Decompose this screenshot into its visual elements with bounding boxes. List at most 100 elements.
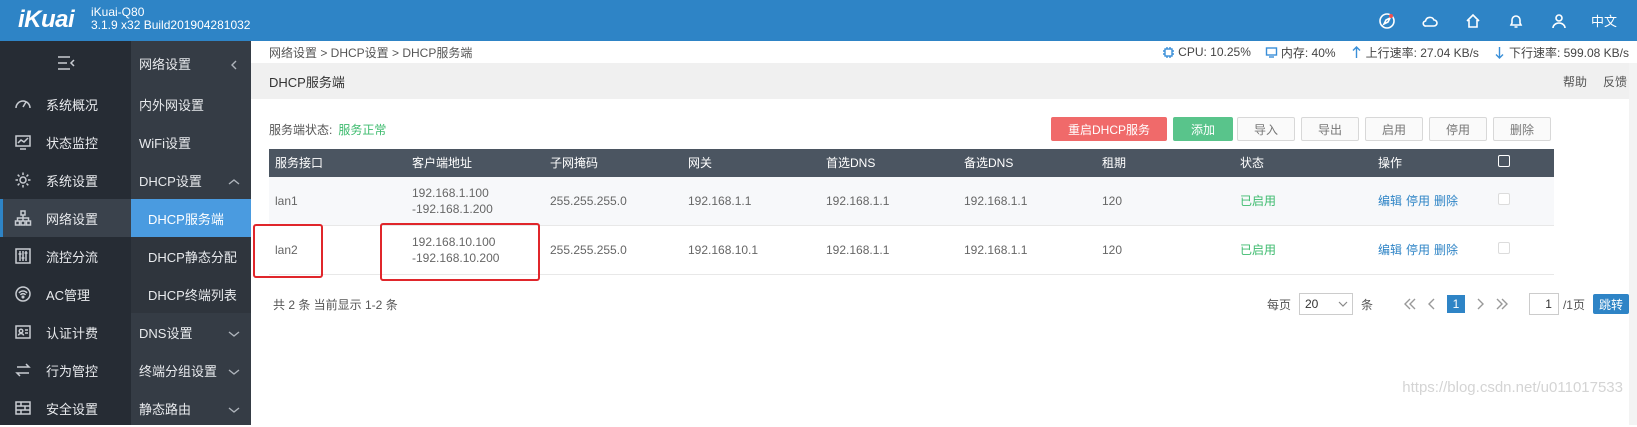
col-lease[interactable]: 租期 (1096, 155, 1234, 171)
nav-label: 系统设置 (46, 173, 99, 189)
delete-button[interactable]: 删除 (1493, 117, 1551, 141)
nav-network-settings[interactable]: 网络设置 (0, 199, 131, 237)
chevron-down-icon (227, 365, 241, 375)
help-link[interactable]: 帮助 (1563, 73, 1587, 90)
bell-icon[interactable] (1495, 0, 1538, 41)
nav-status-monitor[interactable]: 状态监控 (0, 123, 131, 161)
cpu-icon (1163, 46, 1175, 58)
delete-link[interactable]: 删除 (1434, 243, 1458, 257)
subnav-dhcp-clients[interactable]: DHCP终端列表 (131, 275, 251, 313)
server-status: 服务端状态: 服务正常 (269, 121, 386, 138)
cpu-value: CPU: 10.25% (1178, 45, 1251, 59)
nav-label: 安全设置 (46, 401, 99, 417)
memory-stat: 内存: 40% (1265, 44, 1336, 61)
nav-ac-management[interactable]: AC管理 (0, 275, 131, 313)
arrow-up-icon (1352, 45, 1361, 58)
toolbar: 重启DHCP服务 添加 导入 导出 启用 停用 删除 (1051, 117, 1557, 141)
pagination: 每页 20 条 1 1 /1页 跳转 (1267, 293, 1629, 315)
nav-label: 系统概况 (46, 97, 99, 113)
chevron-down-icon (227, 327, 241, 337)
subnav-dns[interactable]: DNS设置 (131, 313, 251, 351)
nav-flow-control[interactable]: 流控分流 (0, 237, 131, 275)
scrollbar[interactable] (1629, 63, 1637, 425)
add-button[interactable]: 添加 (1173, 117, 1233, 141)
col-status[interactable]: 状态 (1234, 155, 1372, 171)
subnav-dhcp-static[interactable]: DHCP静态分配 (131, 237, 251, 275)
cell-actions: 编辑 停用 删除 (1372, 242, 1492, 258)
cell-dns1: 192.168.1.1 (826, 194, 890, 208)
system-stats: CPU: 10.25% 内存: 40% 上行速率: 27.04 KB/s 下行速… (1148, 41, 1629, 63)
nav-system-settings[interactable]: 系统设置 (0, 161, 131, 199)
cell-lease: 120 (1102, 243, 1123, 257)
main-content: 网络设置 > DHCP设置 > DHCP服务端 CPU: 10.25% 内存: … (251, 41, 1637, 425)
primary-sidebar: 系统概况 状态监控 系统设置 网络设置 流控分流 AC管理 认证计费 行为管控 … (0, 41, 131, 425)
jump-button[interactable]: 跳转 (1592, 294, 1629, 314)
language-switch[interactable]: 中文 (1581, 11, 1637, 30)
secondary-sidebar: 网络设置 内外网设置 WiFi设置 DHCP设置 DHCP服务端 DHCP静态分… (131, 41, 251, 425)
cell-gateway: 192.168.10.1 (688, 243, 759, 257)
select-all-checkbox[interactable] (1492, 155, 1534, 171)
server-status-value: 服务正常 (338, 123, 387, 137)
disable-link[interactable]: 停用 (1406, 243, 1430, 257)
record-summary: 共 2 条 当前显示 1-2 条 (273, 298, 398, 312)
cell-dns2: 192.168.1.1 (964, 243, 1028, 257)
restart-dhcp-button[interactable]: 重启DHCP服务 (1051, 117, 1167, 141)
nav-label: 状态监控 (46, 135, 99, 151)
last-page-icon[interactable] (1495, 297, 1509, 311)
collapse-submenu-icon[interactable] (227, 58, 241, 70)
prev-page-icon[interactable] (1425, 297, 1439, 311)
nav-system-overview[interactable]: 系统概况 (0, 85, 131, 123)
breadcrumb: 网络设置 > DHCP设置 > DHCP服务端 (269, 45, 473, 60)
nav-behavior-control[interactable]: 行为管控 (0, 351, 131, 389)
nav-auth-billing[interactable]: 认证计费 (0, 313, 131, 351)
subnav-lan-wan[interactable]: 内外网设置 (131, 85, 251, 123)
subnav-dhcp[interactable]: DHCP设置 (131, 161, 251, 199)
page-number-input[interactable]: 1 (1528, 293, 1559, 315)
next-page-icon[interactable] (1473, 297, 1487, 311)
network-icon (14, 210, 32, 226)
col-interface[interactable]: 服务接口 (269, 155, 406, 171)
home-icon[interactable] (1452, 0, 1495, 41)
wifi-icon (15, 286, 31, 302)
status-badge: 已启用 (1240, 194, 1277, 208)
feedback-link[interactable]: 反馈 (1603, 73, 1627, 90)
subnav-wifi[interactable]: WiFi设置 (131, 123, 251, 161)
top-actions: 中文 (1366, 0, 1637, 41)
edit-link[interactable]: 编辑 (1378, 243, 1402, 257)
nav-label: 网络设置 (46, 211, 99, 227)
col-gateway[interactable]: 网关 (682, 155, 820, 171)
nav-security-settings[interactable]: 安全设置 (0, 389, 131, 427)
current-page[interactable]: 1 (1446, 295, 1465, 313)
edit-link[interactable]: 编辑 (1378, 194, 1402, 208)
export-button[interactable]: 导出 (1301, 117, 1359, 141)
page-size-select[interactable]: 20 (1298, 293, 1353, 315)
import-button[interactable]: 导入 (1237, 117, 1295, 141)
enable-button[interactable]: 启用 (1365, 117, 1423, 141)
cloud-icon[interactable] (1409, 0, 1452, 41)
col-dns1[interactable]: 首选DNS (820, 155, 958, 171)
nav-label: 行为管控 (46, 363, 99, 379)
subnav-dhcp-server[interactable]: DHCP服务端 (131, 199, 251, 237)
disable-link[interactable]: 停用 (1406, 194, 1430, 208)
col-client-range[interactable]: 客户端地址 (406, 155, 544, 171)
user-icon[interactable] (1538, 0, 1581, 41)
subnav-terminal-groups[interactable]: 终端分组设置 (131, 351, 251, 389)
compass-icon[interactable] (1366, 0, 1409, 41)
menu-collapse-icon[interactable] (0, 41, 131, 85)
cell-netmask: 255.255.255.0 (550, 243, 627, 257)
transfer-icon (15, 363, 31, 377)
row-checkbox[interactable] (1492, 193, 1534, 209)
row-checkbox[interactable] (1492, 242, 1534, 258)
first-page-icon[interactable] (1403, 297, 1417, 311)
brand-logo: iKuai (18, 6, 75, 33)
top-bar: iKuai iKuai-Q80 3.1.9 x32 Build201904281… (0, 0, 1637, 41)
table-row[interactable]: lan1 192.168.1.100 -192.168.1.200 255.25… (269, 177, 1554, 226)
disable-button[interactable]: 停用 (1429, 117, 1487, 141)
nav-label: AC管理 (46, 287, 91, 303)
delete-link[interactable]: 删除 (1434, 194, 1458, 208)
col-netmask[interactable]: 子网掩码 (544, 155, 682, 171)
subnav-label: 静态路由 (139, 401, 192, 417)
subnav-static-route[interactable]: 静态路由 (131, 389, 251, 427)
monitor-icon (15, 135, 31, 150)
col-dns2[interactable]: 备选DNS (958, 155, 1096, 171)
